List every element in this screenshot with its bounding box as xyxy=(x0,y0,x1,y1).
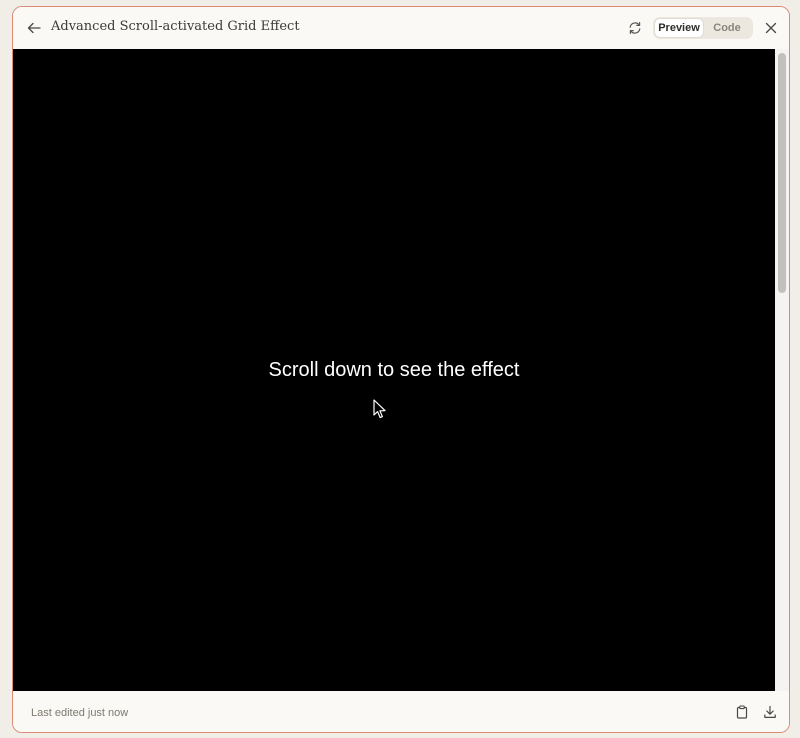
download-icon xyxy=(764,705,776,718)
download-button[interactable] xyxy=(761,703,779,721)
refresh-button[interactable] xyxy=(625,18,645,38)
artifact-window: Advanced Scroll-activated Grid Effect Pr… xyxy=(12,6,790,733)
arrow-left-icon xyxy=(27,22,41,34)
copy-button[interactable] xyxy=(733,703,751,721)
artifact-title: Advanced Scroll-activated Grid Effect xyxy=(51,19,300,34)
tab-code[interactable]: Code xyxy=(703,19,751,37)
clipboard-icon xyxy=(736,705,748,719)
back-button[interactable] xyxy=(25,19,43,37)
view-toggle: Preview Code xyxy=(653,17,753,39)
preview-message: Scroll down to see the effect xyxy=(268,359,520,381)
tab-preview[interactable]: Preview xyxy=(655,19,703,37)
app-background: Advanced Scroll-activated Grid Effect Pr… xyxy=(0,0,800,738)
close-button[interactable] xyxy=(761,18,781,38)
scrollbar-thumb[interactable] xyxy=(778,53,786,293)
preview-canvas[interactable]: Scroll down to see the effect xyxy=(13,49,775,691)
artifact-header: Advanced Scroll-activated Grid Effect Pr… xyxy=(13,7,789,49)
artifact-footer: Last edited just now xyxy=(13,691,789,732)
last-edited-status: Last edited just now xyxy=(31,707,129,719)
mouse-pointer-icon xyxy=(373,399,386,419)
refresh-icon xyxy=(629,22,641,34)
preview-scrollbar[interactable] xyxy=(775,49,789,691)
close-icon xyxy=(765,22,777,34)
